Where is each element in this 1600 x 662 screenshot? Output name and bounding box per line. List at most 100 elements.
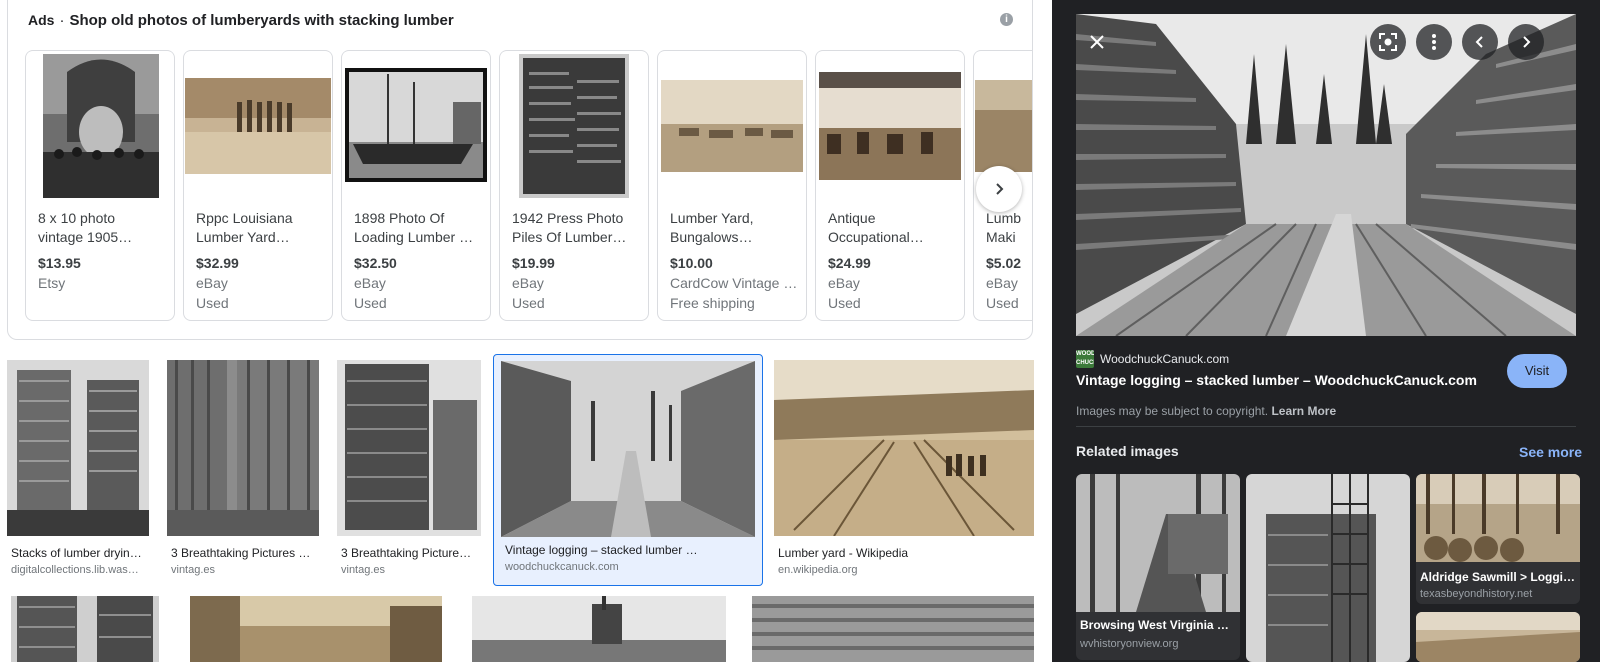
result-source: woodchuckcanuck.com (505, 561, 619, 573)
image-result[interactable] (11, 596, 159, 662)
ad-carousel: 8 x 10 photo vintage 1905… $13.95 Etsy R… (25, 50, 1032, 324)
ad-card[interactable]: Rppc Louisiana Lumber Yard… $32.99 eBay U… (183, 50, 333, 321)
ad-card[interactable]: 1942 Press Photo Piles Of Lumber… $19.99 … (499, 50, 649, 321)
related-image[interactable]: Browsing West Virginia His… wvhistoryonv… (1076, 474, 1240, 660)
site-favicon: WOOD CHUCK (1076, 350, 1094, 368)
related-image[interactable] (1416, 612, 1580, 662)
ad-thumbnail[interactable] (185, 52, 331, 200)
result-title[interactable]: Vintage logging – stacked lumber … (505, 543, 753, 557)
image-result[interactable]: 3 Breathtaking Pictures o… vintag.es (167, 360, 319, 580)
result-thumbnail[interactable] (7, 360, 149, 536)
ad-card[interactable]: Antique Occupational… $24.99 eBay Used (815, 50, 965, 321)
learn-more-link[interactable]: Learn More (1271, 404, 1336, 418)
ad-card[interactable]: Lumber Yard, Bungalows… $10.00 CardCow Vi… (657, 50, 807, 321)
see-more-link[interactable]: See more (1519, 444, 1582, 460)
result-thumbnail[interactable] (774, 360, 1034, 536)
ad-seller: eBay (986, 275, 1018, 291)
ad-card[interactable]: 8 x 10 photo vintage 1905… $13.95 Etsy (25, 50, 175, 321)
visit-button[interactable]: Visit (1507, 354, 1567, 388)
related-thumbnail[interactable] (1416, 612, 1580, 662)
ad-title[interactable]: Lumber Yard, Bungalows… (670, 209, 798, 247)
copyright-notice: Images may be subject to copyright. Lear… (1076, 404, 1336, 418)
info-icon[interactable]: i (1000, 13, 1013, 26)
related-images-heading: Related images (1076, 443, 1179, 459)
result-title[interactable]: 3 Breathtaking Pictures o… (171, 546, 315, 560)
image-result[interactable]: Stacks of lumber dryin… digitalcollectio… (7, 360, 149, 580)
close-button[interactable] (1079, 24, 1115, 60)
related-thumbnail[interactable] (1246, 474, 1410, 662)
result-thumbnail[interactable] (501, 361, 755, 537)
related-caption[interactable]: Aldridge Sawmill > Logging… (1420, 570, 1576, 584)
ad-price: $32.50 (354, 255, 397, 271)
ads-header: Ads · Shop old photos of lumberyards with … (28, 12, 454, 29)
ad-condition: Free shipping (670, 295, 755, 311)
ad-price: $13.95 (38, 255, 81, 271)
ads-next-button[interactable] (976, 166, 1022, 212)
next-image-button[interactable] (1508, 24, 1544, 60)
ad-seller: eBay (512, 275, 544, 291)
image-detail-panel: WOOD CHUCK WoodchuckCanuck.com Vintage l… (1052, 0, 1600, 662)
ad-price: $32.99 (196, 255, 239, 271)
ad-title[interactable]: Rppc Louisiana Lumber Yard… (196, 209, 324, 247)
ad-title[interactable]: 1898 Photo Of Loading Lumber O… (354, 209, 482, 247)
image-result[interactable]: 3 Breathtaking Pictures… vintag.es (337, 360, 481, 580)
source-site-row[interactable]: WOOD CHUCK WoodchuckCanuck.com (1076, 348, 1229, 370)
result-thumbnail[interactable] (752, 596, 1034, 662)
image-result[interactable] (472, 596, 726, 662)
result-title[interactable]: 3 Breathtaking Pictures… (341, 546, 477, 560)
ads-headline: Shop old photos of lumberyards with stac… (69, 12, 454, 29)
result-thumbnail[interactable] (190, 596, 442, 662)
image-result[interactable] (190, 596, 442, 662)
ads-separator: · (59, 12, 65, 29)
related-image[interactable] (1246, 474, 1410, 662)
ad-seller: CardCow Vintage … (670, 275, 798, 291)
site-name[interactable]: WoodchuckCanuck.com (1100, 352, 1229, 366)
result-thumbnail[interactable] (11, 596, 159, 662)
related-thumbnail[interactable] (1416, 474, 1580, 562)
previous-image-button[interactable] (1462, 24, 1498, 60)
results-area: Ads · Shop old photos of lumberyards with … (0, 0, 1052, 662)
result-thumbnail[interactable] (337, 360, 481, 536)
related-source: texasbeyondhistory.net (1420, 588, 1533, 600)
more-options-button[interactable] (1416, 24, 1452, 60)
image-result-selected[interactable]: Vintage logging – stacked lumber … woodc… (493, 354, 763, 586)
image-result[interactable] (752, 596, 1034, 662)
ad-condition: Used (986, 295, 1019, 311)
preview-image[interactable] (1076, 14, 1576, 336)
ad-thumbnail[interactable] (817, 52, 963, 200)
ad-title[interactable]: 1942 Press Photo Piles Of Lumber… (512, 209, 640, 247)
result-thumbnail[interactable] (472, 596, 726, 662)
result-source: vintag.es (171, 564, 216, 576)
shopping-ads-box: Ads · Shop old photos of lumberyards with … (7, 0, 1033, 340)
ad-price: $10.00 (670, 255, 713, 271)
ad-seller: Etsy (38, 275, 66, 291)
ad-seller: eBay (828, 275, 860, 291)
image-title[interactable]: Vintage logging – stacked lumber – Woodc… (1076, 372, 1496, 388)
ad-thumbnail[interactable] (659, 52, 805, 200)
ad-price: $19.99 (512, 255, 555, 271)
ad-condition: Used (196, 295, 229, 311)
result-thumbnail[interactable] (167, 360, 319, 536)
result-title[interactable]: Lumber yard - Wikipedia (778, 546, 1030, 560)
ad-thumbnail[interactable] (501, 52, 647, 200)
related-thumbnail[interactable] (1076, 474, 1240, 612)
ad-thumbnail[interactable] (27, 52, 173, 200)
result-title[interactable]: Stacks of lumber dryin… (11, 546, 145, 560)
related-caption[interactable]: Browsing West Virginia His… (1080, 618, 1236, 632)
ad-title[interactable]: Lumb Maki (986, 209, 1032, 247)
result-source: vintag.es (341, 564, 386, 576)
ad-seller: eBay (354, 275, 386, 291)
image-result[interactable]: Lumber yard - Wikipedia en.wikipedia.org (774, 360, 1034, 580)
ad-price: $24.99 (828, 255, 871, 271)
lens-icon (1379, 33, 1397, 51)
ad-thumbnail[interactable] (343, 52, 489, 200)
lens-button[interactable] (1370, 24, 1406, 60)
ad-card[interactable]: 1898 Photo Of Loading Lumber O… $32.50 eB… (341, 50, 491, 321)
ad-title[interactable]: 8 x 10 photo vintage 1905… (38, 209, 166, 247)
related-image[interactable]: Aldridge Sawmill > Logging… texasbeyondh… (1416, 474, 1580, 604)
more-vert-icon (1432, 34, 1436, 50)
divider (1076, 426, 1576, 427)
image-search-page: Ads · Shop old photos of lumberyards with … (0, 0, 1600, 662)
ads-label: Ads (28, 12, 55, 28)
ad-title[interactable]: Antique Occupational… (828, 209, 956, 247)
